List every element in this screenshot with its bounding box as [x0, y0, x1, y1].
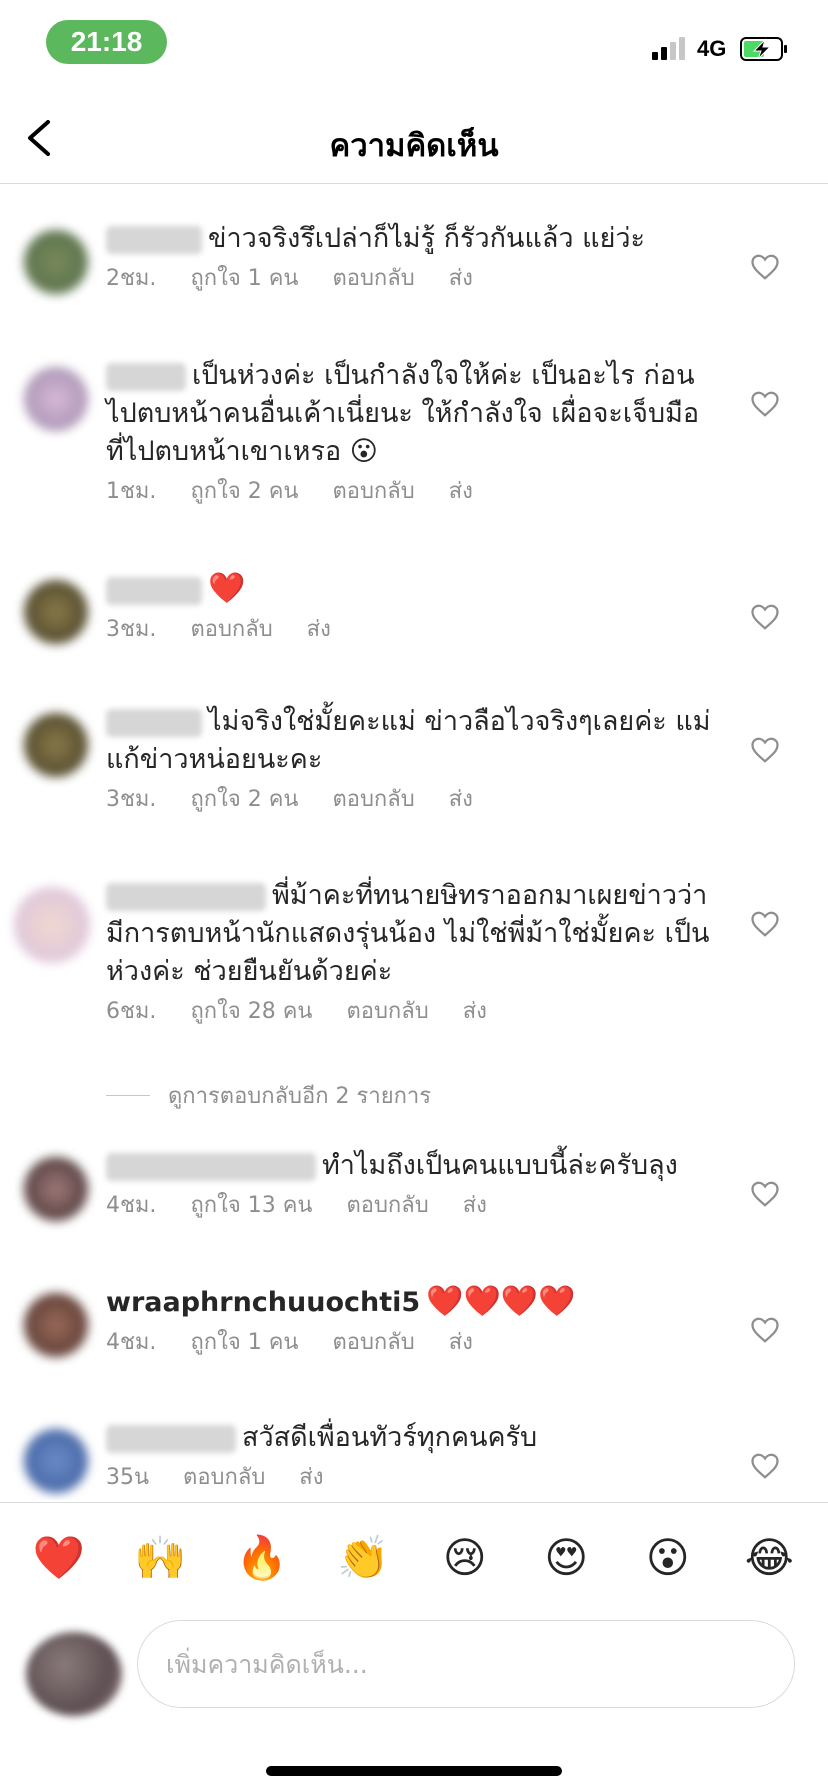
reply-button[interactable]: ตอบกลับ — [346, 1191, 428, 1221]
avatar[interactable] — [24, 580, 88, 644]
username[interactable]: wraaphrnchuuochti5 — [106, 1287, 420, 1318]
comment-time: 4ชม. — [106, 1193, 157, 1218]
username-blurred[interactable] — [106, 1424, 236, 1453]
emoji-crying-button[interactable]: 😢 — [430, 1523, 500, 1593]
comment-time: 6ชม. — [106, 999, 157, 1024]
comment-meta: 3ชม. ตอบกลับ ส่ง — [106, 615, 716, 645]
username-blurred[interactable] — [106, 576, 202, 605]
likes-count[interactable]: ถูกใจ 2 คน — [190, 785, 298, 815]
heart-outline-icon[interactable] — [750, 1179, 780, 1209]
header: ความคิดเห็น — [0, 92, 828, 184]
heart-outline-icon[interactable] — [750, 389, 780, 419]
send-button[interactable]: ส่ง — [449, 477, 473, 507]
comment-time: 3ชม. — [106, 617, 157, 642]
comments-list[interactable]: ข่าวจริงรึเปล่าก็ไม่รู้ ก็รัวกันแล้ว แย่… — [0, 185, 828, 1500]
heart-outline-icon[interactable] — [750, 252, 780, 282]
heart-outline-icon[interactable] — [750, 1315, 780, 1345]
send-button[interactable]: ส่ง — [307, 615, 331, 645]
heart-outline-icon[interactable] — [750, 602, 780, 632]
comment-meta: 1ชม. ถูกใจ 2 คน ตอบกลับ ส่ง — [106, 477, 716, 507]
comment-text: สวัสดีเพื่อนทัวร์ทุกคนครับ — [106, 1419, 716, 1457]
comment-text: ข่าวจริงรึเปล่าก็ไม่รู้ ก็รัวกันแล้ว แย่… — [106, 220, 716, 258]
heart-outline-icon[interactable] — [750, 1451, 780, 1481]
avatar[interactable] — [24, 367, 88, 431]
avatar[interactable] — [24, 1429, 88, 1493]
reply-button[interactable]: ตอบกลับ — [183, 1463, 265, 1493]
comment-composer — [0, 1612, 828, 1722]
comment-time: 3ชม. — [106, 787, 157, 812]
username-blurred[interactable] — [106, 1152, 316, 1181]
reply-button[interactable]: ตอบกลับ — [332, 785, 414, 815]
comment-time: 35น — [106, 1465, 150, 1490]
avatar[interactable] — [24, 230, 88, 294]
username-blurred[interactable] — [106, 708, 202, 737]
heart-outline-icon[interactable] — [750, 909, 780, 939]
emoji-surprised-button[interactable]: 😮 — [633, 1523, 703, 1593]
heart-outline-icon[interactable] — [750, 735, 780, 765]
likes-count[interactable]: ถูกใจ 1 คน — [190, 264, 298, 294]
send-button[interactable]: ส่ง — [299, 1463, 323, 1493]
comment-time: 1ชม. — [106, 479, 157, 504]
comment-text: wraaphrnchuuochti5 ❤️❤️❤️❤️ — [106, 1284, 576, 1319]
status-bar: 21:18 4G — [0, 0, 828, 92]
comment-text: เป็นห่วงค่ะ เป็นกำลังใจให้ค่ะ เป็นอะไร ก… — [106, 360, 700, 467]
comment-meta: 2ชม. ถูกใจ 1 คน ตอบกลับ ส่ง — [106, 264, 716, 294]
send-button[interactable]: ส่ง — [449, 1328, 473, 1358]
battery-charging-icon — [740, 37, 787, 61]
comment-meta: 4ชม. ถูกใจ 13 คน ตอบกลับ ส่ง — [106, 1191, 716, 1221]
send-button[interactable]: ส่ง — [449, 264, 473, 294]
send-button[interactable]: ส่ง — [449, 785, 473, 815]
view-replies-label[interactable]: ดูการตอบกลับอีก 2 รายการ — [168, 1078, 431, 1113]
reply-button[interactable]: ตอบกลับ — [332, 1328, 414, 1358]
comment-meta: 3ชม. ถูกใจ 2 คน ตอบกลับ ส่ง — [106, 785, 716, 815]
reply-button[interactable]: ตอบกลับ — [346, 997, 428, 1027]
emoji-quick-bar: ❤️ 🙌 🔥 👏 😢 😍 😮 😂 — [0, 1502, 828, 1612]
comment-text: พี่ม้าคะที่ทนายษิทราออกมาเผยข่าวว่ามีการ… — [106, 880, 710, 987]
avatar[interactable] — [24, 713, 88, 777]
comment-text: ไม่จริงใช่มั้ยคะแม่ ข่าวลือไวจริงๆเลยค่ะ… — [106, 706, 711, 775]
likes-count[interactable]: ถูกใจ 28 คน — [190, 997, 312, 1027]
username-blurred[interactable] — [106, 362, 186, 391]
likes-count[interactable]: ถูกใจ 13 คน — [190, 1191, 312, 1221]
emoji-laughing-button[interactable]: 😂 — [734, 1523, 804, 1593]
comment-meta: 35น ตอบกลับ ส่ง — [106, 1463, 716, 1493]
comment-meta: 6ชม. ถูกใจ 28 คน ตอบกลับ ส่ง — [106, 997, 716, 1027]
comment-time: 4ชม. — [106, 1330, 157, 1355]
network-type: 4G — [697, 36, 727, 61]
status-time: 21:18 — [46, 20, 167, 64]
send-button[interactable]: ส่ง — [463, 1191, 487, 1221]
emoji-heart-button[interactable]: ❤️ — [24, 1523, 94, 1593]
likes-count[interactable]: ถูกใจ 2 คน — [190, 477, 298, 507]
emoji-fire-button[interactable]: 🔥 — [227, 1523, 297, 1593]
home-indicator[interactable] — [266, 1766, 562, 1776]
likes-count[interactable]: ถูกใจ 1 คน — [190, 1328, 298, 1358]
page-title: ความคิดเห็น — [329, 128, 499, 164]
view-more-replies[interactable]: ดูการตอบกลับอีก 2 รายการ — [106, 1078, 431, 1113]
comment-input[interactable] — [137, 1620, 795, 1708]
avatar[interactable] — [24, 1293, 88, 1357]
emoji-raised-hands-button[interactable]: 🙌 — [125, 1523, 195, 1593]
comment-time: 2ชม. — [106, 266, 157, 291]
signal-strength-icon — [652, 36, 688, 60]
emoji-clap-button[interactable]: 👏 — [328, 1523, 398, 1593]
emoji-heart-eyes-button[interactable]: 😍 — [531, 1523, 601, 1593]
comment-meta: 4ชม. ถูกใจ 1 คน ตอบกลับ ส่ง — [106, 1328, 716, 1358]
current-user-avatar — [26, 1632, 122, 1716]
comment-text: ทำไมถึงเป็นคนแบบนี้ล่ะครับลุง — [106, 1147, 716, 1185]
comment-text: ❤️ — [106, 570, 716, 609]
reply-button[interactable]: ตอบกลับ — [332, 264, 414, 294]
avatar[interactable] — [14, 887, 90, 963]
reply-button[interactable]: ตอบกลับ — [332, 477, 414, 507]
username-blurred[interactable] — [106, 225, 202, 254]
username-blurred[interactable] — [106, 882, 266, 911]
divider — [106, 1095, 150, 1096]
send-button[interactable]: ส่ง — [463, 997, 487, 1027]
reply-button[interactable]: ตอบกลับ — [190, 615, 272, 645]
avatar[interactable] — [24, 1157, 88, 1221]
